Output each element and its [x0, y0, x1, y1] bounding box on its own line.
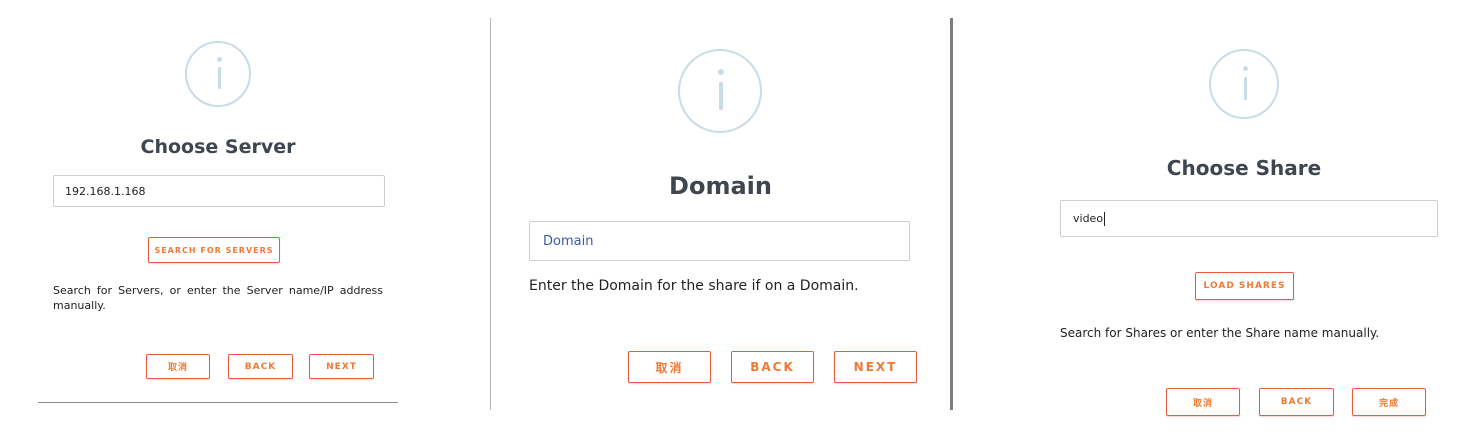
server-input[interactable]: 192.168.1.168	[53, 175, 385, 207]
dialog-title: Choose Share	[1166, 156, 1322, 180]
domain-input[interactable]: Domain	[529, 221, 910, 261]
back-button[interactable]: BACK	[731, 351, 814, 383]
dialog-description: Search for Shares or enter the Share nam…	[1060, 326, 1380, 340]
share-input-value: video	[1073, 212, 1104, 225]
dialog-description: Search for Servers, or enter the Server …	[53, 284, 383, 312]
domain-dialog: Domain Domain Enter the Domain for the s…	[490, 18, 953, 410]
load-shares-button[interactable]: LOAD SHARES	[1195, 272, 1294, 300]
info-icon	[678, 49, 762, 133]
choose-server-dialog: Choose Server 192.168.1.168 SEARCH FOR S…	[38, 0, 398, 403]
next-button[interactable]: NEXT	[309, 354, 374, 379]
back-button[interactable]: BACK	[228, 354, 293, 379]
dialog-title: Choose Server	[140, 136, 296, 158]
info-icon	[1209, 49, 1279, 119]
dialog-description: Enter the Domain for the share if on a D…	[529, 278, 859, 294]
dialog-screenshots: Choose Server 192.168.1.168 SEARCH FOR S…	[0, 0, 1464, 442]
cancel-button[interactable]: 取消	[146, 354, 210, 379]
dialog-title: Domain	[669, 172, 772, 200]
cancel-button[interactable]: 取消	[628, 351, 711, 383]
finish-button[interactable]: 完成	[1352, 388, 1426, 416]
server-input-value: 192.168.1.168	[65, 184, 146, 198]
next-button[interactable]: NEXT	[834, 351, 917, 383]
cancel-button[interactable]: 取消	[1166, 388, 1240, 416]
info-icon	[185, 41, 251, 107]
choose-share-dialog: Choose Share video LOAD SHARES Search fo…	[1040, 0, 1460, 442]
back-button[interactable]: BACK	[1259, 388, 1334, 416]
text-caret	[1104, 211, 1106, 226]
domain-input-placeholder: Domain	[543, 233, 594, 249]
search-for-servers-button[interactable]: SEARCH FOR SERVERS	[148, 237, 280, 263]
share-input[interactable]: video	[1060, 200, 1438, 237]
